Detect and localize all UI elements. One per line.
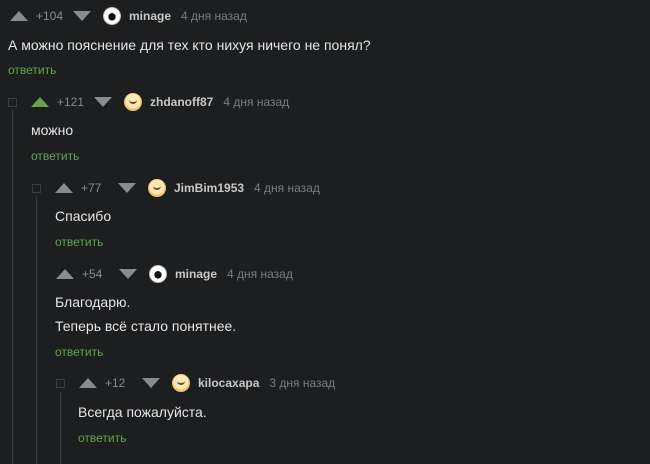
avatar[interactable] — [103, 7, 121, 25]
upvote-icon[interactable] — [31, 97, 49, 107]
reply-link[interactable]: ответить — [55, 345, 103, 359]
thread-line — [60, 392, 61, 464]
reply-link[interactable]: ответить — [78, 431, 126, 445]
comment-time: 4 дня назад — [223, 95, 290, 109]
username[interactable]: minage — [129, 9, 171, 23]
collapse-icon[interactable] — [8, 97, 17, 107]
reply-link[interactable]: ответить — [8, 63, 56, 77]
upvote-icon[interactable] — [56, 269, 74, 279]
avatar[interactable] — [124, 93, 142, 111]
downvote-icon[interactable] — [142, 378, 160, 388]
avatar[interactable] — [149, 265, 167, 283]
downvote-icon[interactable] — [73, 11, 91, 21]
avatar[interactable] — [148, 179, 166, 197]
comment-header: +54 minage 4 дня назад — [56, 264, 293, 284]
comment-text: Благодарю. Теперь всё стало понятнее. — [55, 294, 237, 334]
username[interactable]: kilocaxapa — [198, 376, 259, 390]
collapse-icon[interactable] — [56, 378, 65, 388]
upvote-icon[interactable] — [55, 183, 73, 193]
upvote-icon[interactable] — [10, 11, 28, 21]
username[interactable]: JimBim1953 — [174, 181, 244, 195]
comment-header: +104 minage 4 дня назад — [10, 6, 247, 26]
collapse-icon[interactable] — [32, 183, 41, 193]
comment-header: +121 zhdanoff87 4 дня назад — [8, 92, 289, 112]
comment-header: +77 JimBim1953 4 дня назад — [32, 178, 320, 198]
avatar[interactable] — [172, 374, 190, 392]
comment-header: +12 kilocaxapa 3 дня назад — [56, 373, 335, 393]
downvote-icon[interactable] — [94, 97, 112, 107]
thread-line — [36, 196, 37, 464]
username[interactable]: minage — [175, 267, 217, 281]
comment-text: Спасибо — [55, 208, 112, 224]
comment-rating: +77 — [81, 181, 102, 195]
comment-time: 4 дня назад — [181, 9, 247, 23]
downvote-icon[interactable] — [118, 183, 136, 193]
comment-text: А можно пояснение для тех кто нихуя ниче… — [8, 37, 371, 53]
comment-text: Всегда пожалуйста. — [78, 404, 207, 420]
upvote-icon[interactable] — [79, 378, 97, 388]
reply-link[interactable]: ответить — [31, 149, 79, 163]
comment-text: можно — [31, 122, 74, 138]
comment-rating: +104 — [36, 9, 64, 23]
reply-link[interactable]: ответить — [55, 235, 103, 249]
comment-time: 4 дня назад — [254, 181, 320, 195]
comment-rating: +12 — [105, 376, 126, 390]
comment-time: 3 дня назад — [269, 376, 336, 390]
thread-line — [12, 110, 13, 464]
username[interactable]: zhdanoff87 — [150, 95, 213, 109]
comment-rating: +54 — [82, 267, 103, 281]
comment-rating: +121 — [57, 95, 85, 109]
downvote-icon[interactable] — [119, 269, 137, 279]
comment-time: 4 дня назад — [227, 267, 293, 281]
